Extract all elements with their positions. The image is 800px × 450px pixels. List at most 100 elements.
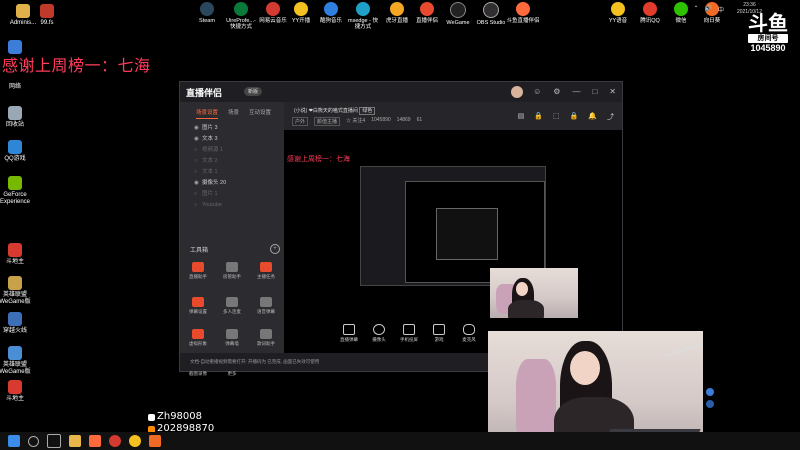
close-icon[interactable]: ✕ [609, 87, 616, 96]
desktop-icon-doudizhu[interactable]: 斗地主 [0, 243, 38, 266]
eye-icon[interactable]: ◉ [194, 180, 202, 187]
tab-scene-settings[interactable]: 场景设置 [196, 108, 219, 119]
tray-expand-icon[interactable]: ⌃ [693, 5, 698, 14]
game-button[interactable]: 游戏 [428, 321, 450, 353]
top-icon-yyvoice[interactable]: YY语音 [601, 2, 635, 24]
eye-off-icon[interactable]: ◌ [194, 191, 202, 198]
desktop-icon-geforce[interactable]: GeForce Experience [0, 176, 38, 206]
top-icon-huya[interactable]: 虎牙直播 [380, 2, 414, 24]
left-tabs: 场景设置 场景 互动设置 [180, 102, 284, 119]
float-button[interactable] [706, 388, 714, 396]
tool-danmu-wall[interactable]: 弹幕墙 [216, 329, 248, 347]
eye-off-icon[interactable]: ◌ [194, 158, 202, 165]
file-explorer-icon[interactable] [69, 435, 81, 447]
desktop-icon-recycle[interactable]: 回收站 [0, 106, 38, 129]
desktop-icon-lol2[interactable]: 英雄联盟 WeGame版 [0, 346, 38, 376]
task-view-icon[interactable] [47, 434, 61, 448]
scene-item[interactable]: ◌ 图片 1 [180, 187, 284, 198]
scene-item[interactable]: ◌ 文本 2 [180, 154, 284, 165]
file-icon [40, 4, 54, 18]
share-icon[interactable]: ⤴ [607, 112, 614, 122]
desktop-icon-qqgame[interactable]: QQ游戏 [0, 140, 38, 163]
version-badge[interactable]: 新版 [244, 87, 263, 96]
geforce-icon [8, 176, 22, 190]
danmu-icon [343, 324, 355, 335]
eye-icon[interactable]: ◉ [194, 125, 202, 132]
tool-multi-mic[interactable]: 多人连麦 [216, 297, 248, 315]
top-icon-douyu[interactable]: 斗鱼直播伴侣 [506, 2, 540, 24]
netease-taskbar-icon[interactable] [109, 435, 121, 447]
eye-off-icon[interactable]: ◌ [194, 147, 202, 154]
scene-item[interactable]: ◉ 文本 3 [180, 132, 284, 143]
wegame-icon [450, 2, 466, 18]
top-icon-edge[interactable]: msedge - 快捷方式 [346, 2, 380, 30]
tool-danmu-settings[interactable]: 弹幕设置 [182, 297, 214, 315]
lyrics-icon [260, 329, 272, 339]
app-taskbar-icon[interactable] [149, 435, 161, 447]
maximize-icon[interactable]: □ [592, 87, 597, 96]
status-message: 文档-自动重播视频需要打开: 开播码为 已完成, 画面已失效可使用 [190, 359, 320, 364]
top-icon-qq[interactable]: 腾讯QQ [633, 2, 667, 24]
top-icon-kugou[interactable]: 酷狗音乐 [314, 2, 348, 24]
yy-voice-icon [611, 2, 625, 16]
top-icon-uireprofe[interactable]: UireProfe...- 快捷方式 [224, 2, 258, 30]
scene-item[interactable]: ◌ 视频源 1 [180, 143, 284, 154]
chrome-taskbar-icon[interactable] [129, 435, 141, 447]
tool-live-assistant[interactable]: 直播助手 [182, 262, 214, 280]
bell-icon[interactable]: 🔔 [588, 112, 597, 122]
microphone-button[interactable]: 麦克风 [458, 321, 480, 353]
scene-item[interactable]: ◉ 摄像头 20 [180, 176, 284, 187]
heat-count: 14869 [396, 117, 411, 123]
tab-scene[interactable]: 场景 [228, 108, 239, 119]
room-title[interactable]: (小说) ❤白熊天的嗑式直播间 绿色 [294, 107, 376, 115]
eye-off-icon[interactable]: ◌ [194, 202, 202, 209]
tool-room-admin[interactable]: 房管助手 [216, 262, 248, 280]
eye-icon[interactable]: ◉ [194, 136, 202, 143]
top-icon-steam[interactable]: Steam [190, 2, 224, 24]
minimize-icon[interactable]: — [572, 87, 580, 96]
toolbox-add-button[interactable]: + [270, 244, 280, 254]
ime-icon[interactable]: 中 [718, 5, 724, 14]
taskbar-clock[interactable]: 23:36 2021/10/12 [737, 2, 762, 16]
webcam-face [570, 351, 600, 385]
left-pane: 场景设置 场景 互动设置 ◉ 图片 3 ◉ 文本 3 ◌ 视频源 1 ◌ 文本 2 ◌ 文… [180, 102, 284, 376]
douyu-taskbar-icon[interactable] [89, 435, 101, 447]
tool-virtual-avatar[interactable]: 虚拟形象 [182, 329, 214, 347]
desktop-icon-doudizhu2[interactable]: 斗地主 [0, 380, 38, 403]
window-icon[interactable]: ⬚ [553, 112, 560, 122]
wechat-icon [674, 2, 688, 16]
volume-icon[interactable]: 🔊 [705, 5, 712, 14]
tab-interaction[interactable]: 互动设置 [249, 108, 271, 119]
lock-icon[interactable]: 🔒 [570, 112, 579, 122]
desktop-icon-file[interactable]: 99.fs [24, 4, 70, 27]
lock-icon[interactable]: 🔒 [534, 112, 543, 122]
system-tray: ⌃ 🔊 中 [693, 5, 724, 14]
desktop-icon-lol[interactable]: 英雄联盟 WeGame版 [0, 276, 38, 306]
camera-button[interactable]: 摄像头 [368, 321, 390, 353]
windows-start-icon[interactable] [8, 435, 20, 447]
tool-voice-danmu[interactable]: 语音弹幕 [250, 297, 282, 315]
eye-off-icon[interactable]: ◌ [194, 169, 202, 176]
skin-icon[interactable]: ☺ [533, 87, 541, 96]
douyu-companion-icon [516, 2, 530, 16]
scene-item[interactable]: ◌ 文本 1 [180, 165, 284, 176]
float-button[interactable] [706, 400, 714, 408]
avatar[interactable] [511, 86, 523, 98]
top-icon-yy[interactable]: YY开播 [284, 2, 318, 24]
category-tag[interactable]: 户外 [292, 117, 309, 126]
top-icon-wegame[interactable]: WeGame [441, 2, 475, 26]
phone-cast-button[interactable]: 手机投屏 [398, 321, 420, 353]
search-icon[interactable] [28, 435, 39, 447]
category-tag[interactable]: 颜值主播 [314, 117, 341, 126]
top-icon-zhibo[interactable]: 直播伴侣 [410, 2, 444, 24]
layout-icon[interactable]: ▤ [518, 112, 525, 122]
top-icon-obs[interactable]: OBS Studio [474, 2, 508, 26]
scene-item[interactable]: ◉ 图片 3 [180, 121, 284, 132]
tool-lyrics[interactable]: 歌词助手 [250, 329, 282, 347]
scene-item[interactable]: ◌ Youtube [180, 198, 284, 209]
desktop-icon-cf[interactable]: 穿越火线 [0, 312, 38, 335]
tool-anchor-tasks[interactable]: 主播任务 [250, 262, 282, 280]
tasks-icon [260, 262, 272, 272]
settings-icon[interactable]: ⚙ [553, 87, 560, 96]
live-danmu-button[interactable]: 直播弹幕 [338, 321, 360, 353]
